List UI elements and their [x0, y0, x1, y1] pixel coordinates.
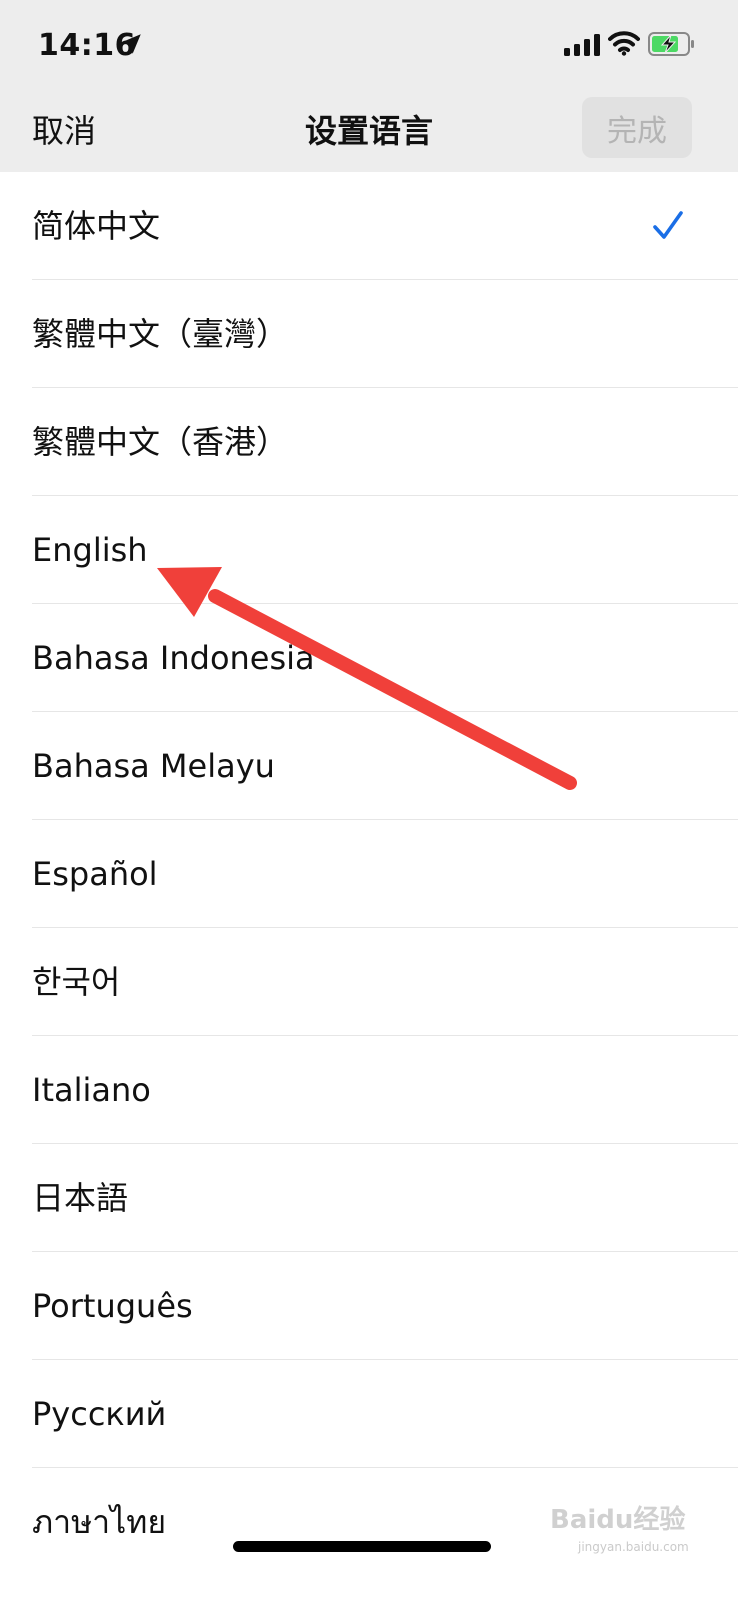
language-label: 한국어	[32, 963, 121, 1001]
language-item-bahasa-melayu[interactable]: Bahasa Melayu	[0, 712, 738, 820]
language-label: 日本語	[32, 1179, 129, 1217]
language-item-russian[interactable]: Русский	[0, 1360, 738, 1468]
language-item-italiano[interactable]: Italiano	[0, 1036, 738, 1144]
language-item-espanol[interactable]: Español	[0, 820, 738, 928]
language-item-japanese[interactable]: 日本語	[0, 1144, 738, 1252]
language-label: 简体中文	[32, 207, 161, 245]
location-arrow-icon	[121, 34, 141, 54]
language-label: Bahasa Indonesia	[32, 639, 315, 677]
language-label: Italiano	[32, 1071, 151, 1109]
language-item-bahasa-indonesia[interactable]: Bahasa Indonesia	[0, 604, 738, 712]
checkmark-icon	[653, 211, 683, 239]
cellular-signal-icon	[564, 34, 600, 56]
language-item-traditional-chinese-taiwan[interactable]: 繁體中文（臺灣）	[0, 280, 738, 388]
home-indicator[interactable]	[233, 1541, 491, 1552]
wifi-icon	[608, 31, 640, 56]
done-button[interactable]: 完成	[582, 97, 692, 158]
language-item-simplified-chinese[interactable]: 简体中文	[0, 172, 738, 280]
language-label: 繁體中文（香港）	[32, 423, 289, 461]
language-label: ภาษาไทย	[32, 1503, 167, 1541]
language-item-traditional-chinese-hongkong[interactable]: 繁體中文（香港）	[0, 388, 738, 496]
watermark-logo: Baidu经验	[550, 1505, 686, 1535]
language-label: Español	[32, 855, 158, 893]
battery-charging-icon	[648, 32, 694, 56]
language-label: English	[32, 531, 148, 569]
language-item-korean[interactable]: 한국어	[0, 928, 738, 1036]
language-label: Português	[32, 1287, 193, 1325]
language-list: 简体中文 繁體中文（臺灣） 繁體中文（香港） English Bahasa In…	[0, 172, 738, 1576]
language-label: 繁體中文（臺灣）	[32, 315, 289, 353]
language-item-portugues[interactable]: Português	[0, 1252, 738, 1360]
language-label: Русский	[32, 1395, 167, 1433]
watermark-url: jingyan.baidu.com	[578, 1540, 689, 1554]
nav-header: 14:16 取消 设置语言 完成	[0, 0, 738, 172]
language-item-english[interactable]: English	[0, 496, 738, 604]
language-label: Bahasa Melayu	[32, 747, 275, 785]
